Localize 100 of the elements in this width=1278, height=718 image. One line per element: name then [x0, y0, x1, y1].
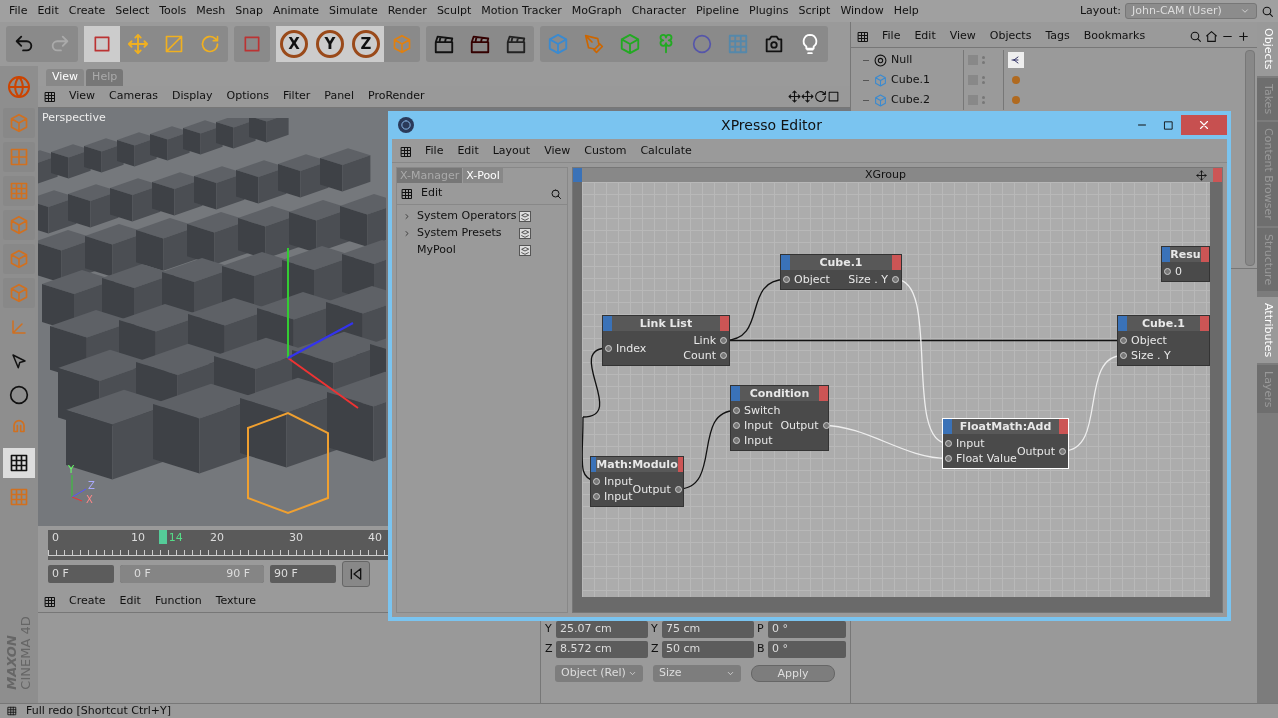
axis-lock-button[interactable]: X: [276, 26, 312, 62]
menu-item[interactable]: Sculpt: [431, 2, 477, 20]
menu-item[interactable]: Tools: [154, 2, 192, 20]
node-output-tab[interactable]: [677, 457, 683, 472]
node-input-tab[interactable]: [603, 316, 612, 331]
mode-icon[interactable]: [3, 278, 35, 308]
menu-item[interactable]: MoGraph: [566, 2, 627, 20]
menu-item[interactable]: Character: [626, 2, 691, 20]
mode-icon[interactable]: [3, 244, 35, 274]
menu-item[interactable]: Tags: [1038, 28, 1077, 45]
position-field[interactable]: 25.07 cm: [556, 621, 648, 638]
node[interactable]: Link List Index Link Count: [602, 315, 730, 366]
axis-lock-button[interactable]: Z: [348, 26, 384, 62]
menu-item[interactable]: Animate: [268, 2, 325, 20]
menu-item[interactable]: Objects: [982, 28, 1039, 45]
port-icon[interactable]: [1120, 337, 1127, 344]
port-icon[interactable]: [674, 485, 682, 493]
port-icon[interactable]: [945, 440, 952, 447]
position-field[interactable]: 8.572 cm: [556, 641, 648, 658]
node-output-tab[interactable]: [892, 255, 901, 270]
menu-item[interactable]: Render: [382, 2, 432, 20]
port-icon[interactable]: [783, 276, 790, 283]
node-output-tab[interactable]: [1059, 419, 1068, 434]
menu-item[interactable]: Help: [888, 2, 924, 20]
home-icon[interactable]: [1203, 30, 1219, 43]
port-icon[interactable]: [733, 407, 740, 414]
menu-item[interactable]: File: [875, 28, 908, 45]
search-icon[interactable]: [549, 187, 563, 200]
rotation-field[interactable]: 0 °: [768, 641, 846, 658]
playhead[interactable]: [158, 530, 167, 544]
menu-item[interactable]: Display: [165, 88, 220, 105]
port-icon[interactable]: [720, 337, 727, 344]
menu-item[interactable]: Pipeline: [691, 2, 745, 20]
menu-item[interactable]: View: [537, 143, 578, 160]
menu-item[interactable]: File: [4, 2, 33, 20]
node-output-tab[interactable]: [1200, 247, 1209, 262]
mode-icon[interactable]: [3, 176, 35, 206]
port-icon[interactable]: [605, 344, 612, 352]
menu-item[interactable]: Script: [793, 2, 836, 20]
menu-item[interactable]: Options: [219, 88, 276, 105]
port-icon[interactable]: [945, 455, 952, 462]
menu-item[interactable]: Edit: [907, 28, 943, 45]
selection-icon[interactable]: [234, 26, 270, 62]
port-icon[interactable]: [1120, 352, 1127, 359]
node[interactable]: Cube.1 Object Size . Y: [780, 254, 902, 290]
menu-item[interactable]: Plugins: [744, 2, 794, 20]
object-name[interactable]: Cube.1: [891, 71, 930, 89]
node[interactable]: Cube.1 Object Size . Y: [1117, 315, 1210, 366]
menu-item[interactable]: Edit: [32, 2, 64, 20]
pool-item[interactable]: MyPool: [417, 242, 519, 259]
node[interactable]: Resu 0: [1161, 246, 1210, 282]
pool-tab[interactable]: X-Pool: [463, 168, 503, 183]
menu-item[interactable]: Calculate: [633, 143, 699, 160]
menu-item[interactable]: Edit: [112, 593, 148, 610]
menu-item[interactable]: Layout: [485, 143, 538, 160]
port-icon[interactable]: [1059, 447, 1067, 455]
node-input-tab[interactable]: [1118, 316, 1127, 331]
menu-item[interactable]: Motion Tracker: [476, 2, 567, 20]
port-icon[interactable]: [593, 478, 600, 485]
group-input-tab[interactable]: [573, 168, 582, 182]
menu-item[interactable]: Texture: [208, 593, 263, 610]
search-icon[interactable]: [1261, 4, 1274, 18]
menu-item[interactable]: ProRender: [360, 88, 432, 105]
menu-item[interactable]: View: [942, 28, 983, 45]
port-icon[interactable]: [892, 276, 899, 283]
port-icon[interactable]: [822, 422, 830, 429]
menu-item[interactable]: Mesh: [191, 2, 231, 20]
menu-item[interactable]: Bookmarks: [1076, 28, 1153, 45]
grid-lock-icon[interactable]: [3, 448, 35, 478]
menu-item[interactable]: Create: [62, 593, 113, 610]
node-input-tab[interactable]: [781, 255, 790, 270]
scrollbar[interactable]: [1245, 50, 1255, 266]
menu-item[interactable]: Panel: [317, 88, 361, 105]
node-output-tab[interactable]: [1200, 316, 1209, 331]
mode-icon[interactable]: [3, 142, 35, 172]
port-icon[interactable]: [720, 352, 727, 359]
go-to-start-icon[interactable]: [342, 561, 370, 587]
pool-item[interactable]: System Operators: [417, 208, 519, 225]
node-input-tab[interactable]: [1162, 247, 1171, 262]
menu-item[interactable]: View: [62, 88, 103, 105]
size-field[interactable]: 75 cm: [662, 621, 754, 638]
menu-item[interactable]: Create: [63, 2, 111, 20]
object-name[interactable]: Null: [891, 51, 913, 69]
selection-icon[interactable]: [84, 26, 120, 62]
menu-item[interactable]: Window: [835, 2, 889, 20]
mode-icon[interactable]: [3, 210, 35, 240]
rotation-field[interactable]: 0 °: [768, 621, 846, 638]
menu-item[interactable]: Filter: [276, 88, 318, 105]
node[interactable]: Condition Switch Input Input Output: [730, 385, 829, 451]
menu-item[interactable]: Cameras: [102, 88, 165, 105]
object-name[interactable]: Cube.2: [891, 91, 930, 109]
menu-item[interactable]: Edit: [450, 143, 486, 160]
size-field[interactable]: 50 cm: [662, 641, 754, 658]
node-output-tab[interactable]: [720, 316, 729, 331]
end-frame-field[interactable]: 90 F: [270, 565, 336, 583]
menu-item[interactable]: Custom: [577, 143, 634, 160]
menu-item[interactable]: Edit: [421, 185, 549, 202]
close-icon[interactable]: [1181, 115, 1227, 135]
pool-item[interactable]: System Presets: [417, 225, 519, 242]
menu-item[interactable]: File: [418, 143, 451, 160]
